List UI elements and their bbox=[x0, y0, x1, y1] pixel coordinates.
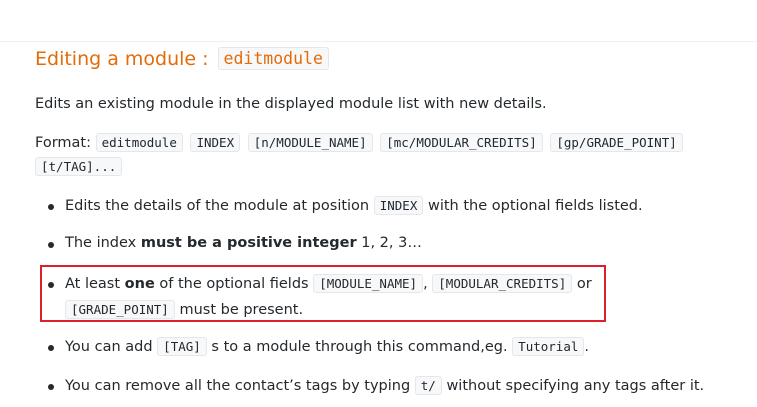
list-item: Edits the details of the module at posit… bbox=[35, 193, 705, 219]
note-text: . bbox=[584, 339, 589, 355]
format-token: editmodule bbox=[95, 133, 183, 152]
tag-prefix-code: t/ bbox=[414, 376, 442, 395]
note-text: You can remove all the contact’s tags by… bbox=[65, 378, 411, 394]
list-item: You can remove all the contact’s tags by… bbox=[35, 373, 705, 399]
section-command-code: editmodule bbox=[217, 47, 329, 70]
section-title: Editing a module : bbox=[35, 47, 209, 70]
note-text: s to a module through this command,eg. bbox=[211, 339, 508, 355]
note-text: with the optional fields listed. bbox=[427, 198, 643, 214]
note-emphasis: must be a positive integer bbox=[140, 235, 357, 251]
tutorial-code: Tutorial bbox=[512, 337, 585, 356]
format-token: [mc/MODULAR_CREDITS] bbox=[380, 133, 543, 152]
note-text: without specifying any tags after it. bbox=[446, 378, 705, 394]
list-item: You can add [TAG] s to a module through … bbox=[35, 334, 705, 360]
highlight-box bbox=[40, 265, 606, 322]
format-line: Format: editmodule INDEX [n/MODULE_NAME]… bbox=[35, 131, 735, 179]
top-divider bbox=[0, 41, 757, 42]
note-text: You can add bbox=[65, 339, 153, 355]
tag-code: [TAG] bbox=[157, 337, 207, 356]
format-token: INDEX bbox=[190, 133, 241, 152]
description: Edits an existing module in the displaye… bbox=[35, 96, 547, 112]
format-token: [t/TAG]... bbox=[35, 157, 123, 176]
section-heading: Editing a module : editmodule bbox=[35, 47, 329, 70]
format-token: [n/MODULE_NAME] bbox=[247, 133, 373, 152]
list-item: The index must be a positive integer 1, … bbox=[35, 231, 705, 256]
index-code: INDEX bbox=[373, 196, 424, 215]
format-label: Format: bbox=[35, 135, 91, 151]
note-text: 1, 2, 3… bbox=[361, 235, 422, 251]
note-text: The index bbox=[65, 235, 137, 251]
note-text: Edits the details of the module at posit… bbox=[65, 198, 370, 214]
format-token: [gp/GRADE_POINT] bbox=[550, 133, 683, 152]
